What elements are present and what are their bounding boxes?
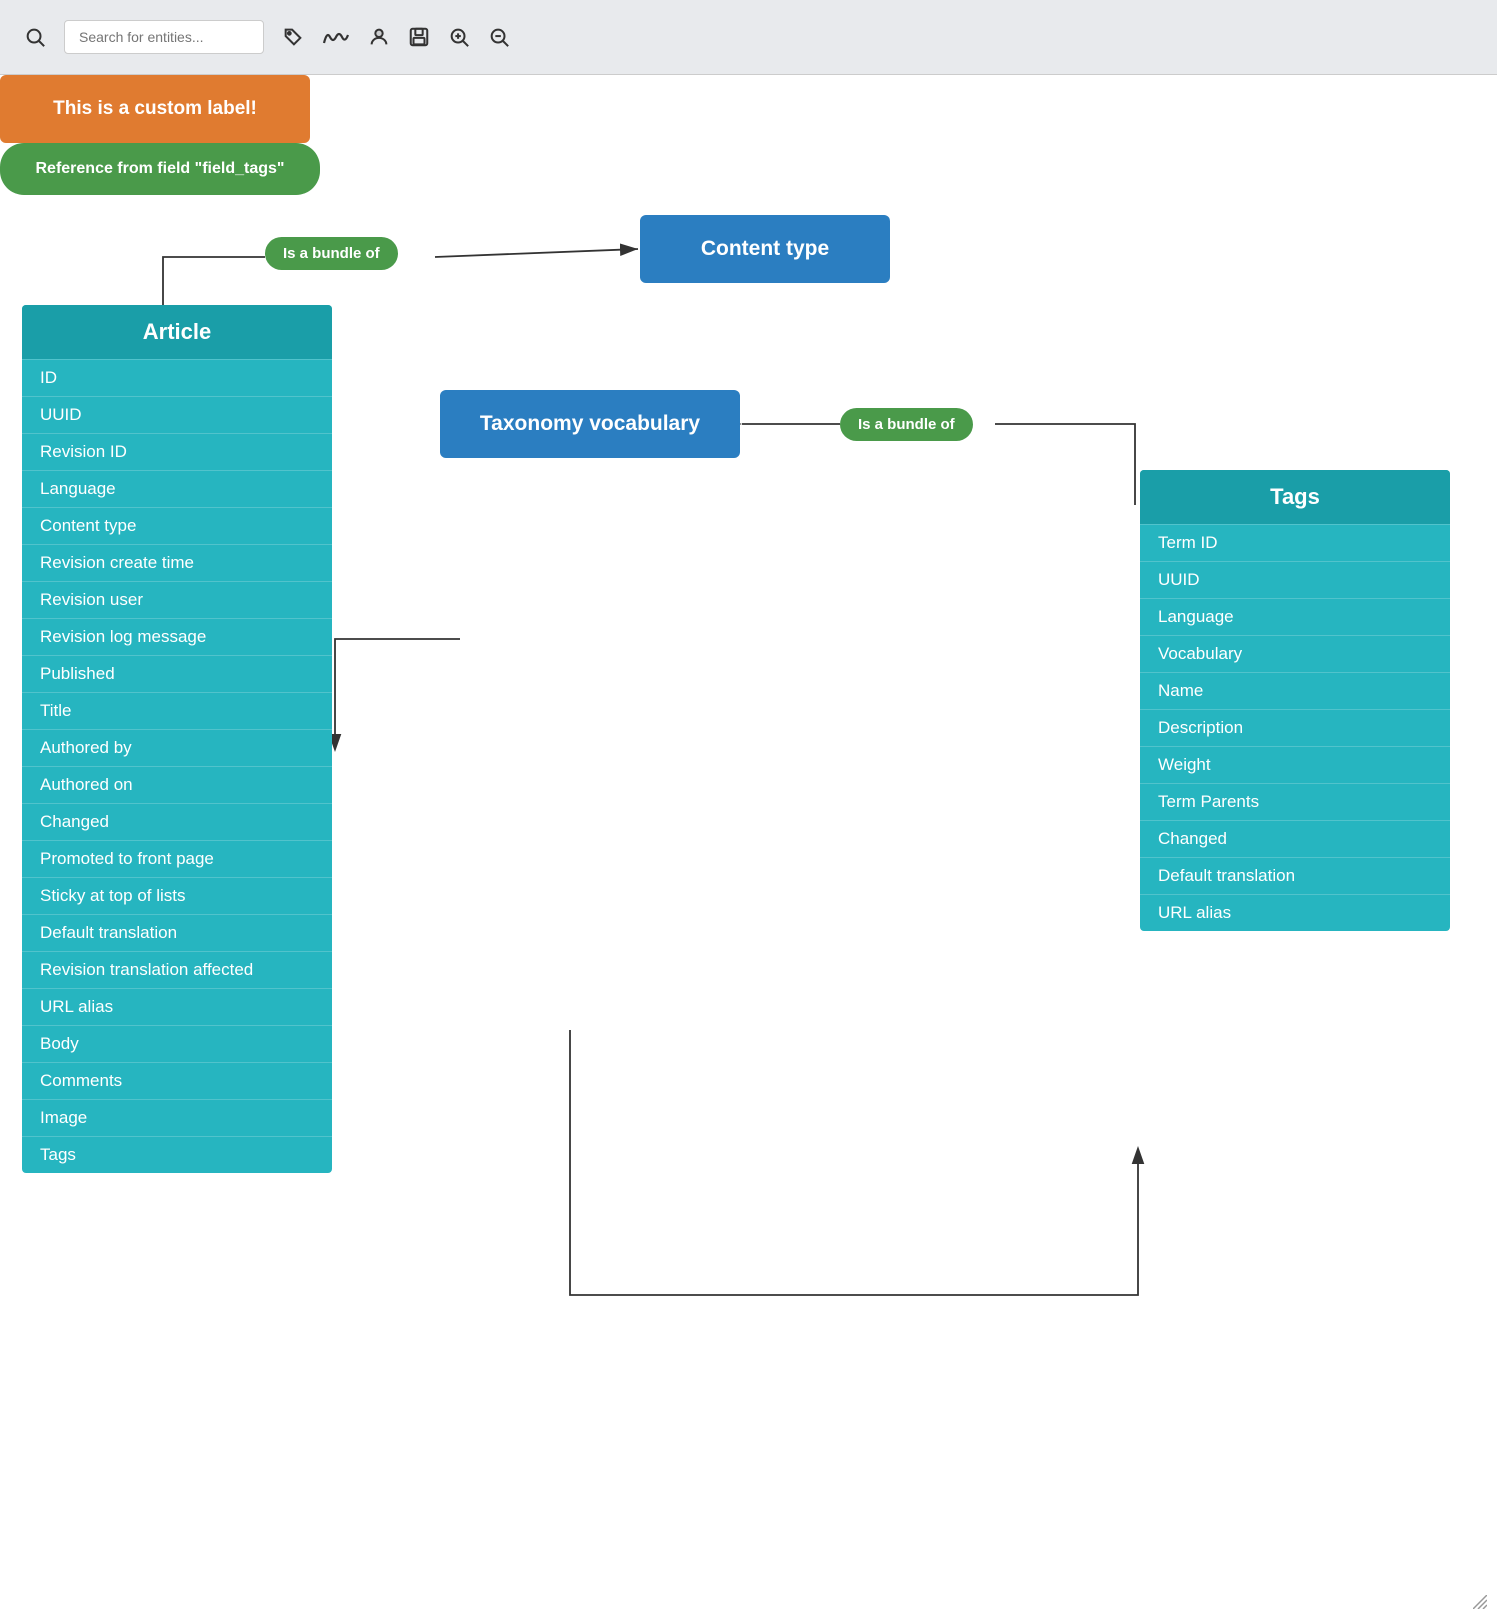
search-input[interactable] (64, 20, 264, 54)
article-field-title: Title (22, 692, 332, 729)
tags-field-default-translation: Default translation (1140, 857, 1450, 894)
article-fields: ID UUID Revision ID Language Content typ… (22, 359, 332, 1173)
article-node[interactable]: Article ID UUID Revision ID Language Con… (22, 305, 332, 1173)
zoom-out-icon[interactable] (488, 26, 510, 48)
article-field-body: Body (22, 1025, 332, 1062)
article-field-promoted: Promoted to front page (22, 840, 332, 877)
article-field-image: Image (22, 1099, 332, 1136)
tags-title: Tags (1140, 470, 1450, 524)
tags-node[interactable]: Tags Term ID UUID Language Vocabulary Na… (1140, 470, 1450, 931)
tags-field-url-alias: URL alias (1140, 894, 1450, 931)
tags-field-name: Name (1140, 672, 1450, 709)
trend-icon[interactable] (322, 26, 350, 48)
tags-field-language: Language (1140, 598, 1450, 635)
article-field-authored-on: Authored on (22, 766, 332, 803)
article-field-uuid: UUID (22, 396, 332, 433)
custom-label-node[interactable]: This is a custom label! (0, 75, 310, 143)
bundle-label-2[interactable]: Is a bundle of (840, 408, 973, 441)
article-title: Article (22, 305, 332, 359)
save-icon[interactable] (408, 26, 430, 48)
article-field-revision-user: Revision user (22, 581, 332, 618)
tags-field-description: Description (1140, 709, 1450, 746)
article-field-revision-id: Revision ID (22, 433, 332, 470)
reference-label-node[interactable]: Reference from field "field_tags" (0, 143, 320, 195)
article-field-id: ID (22, 359, 332, 396)
article-field-comments: Comments (22, 1062, 332, 1099)
article-field-url-alias: URL alias (22, 988, 332, 1025)
article-field-content-type: Content type (22, 507, 332, 544)
article-field-published: Published (22, 655, 332, 692)
tags-field-vocabulary: Vocabulary (1140, 635, 1450, 672)
person-icon[interactable] (368, 26, 390, 48)
article-field-revision-translation: Revision translation affected (22, 951, 332, 988)
tags-field-term-parents: Term Parents (1140, 783, 1450, 820)
tags-field-weight: Weight (1140, 746, 1450, 783)
bundle-label-1[interactable]: Is a bundle of (265, 237, 398, 270)
resize-handle[interactable] (1473, 1595, 1489, 1611)
tags-field-uuid: UUID (1140, 561, 1450, 598)
search-icon[interactable] (24, 26, 46, 48)
zoom-in-icon[interactable] (448, 26, 470, 48)
canvas: Is a bundle of Content type Is a bundle … (0, 75, 1497, 1619)
toolbar (0, 0, 1497, 75)
tags-field-changed: Changed (1140, 820, 1450, 857)
tags-fields: Term ID UUID Language Vocabulary Name De… (1140, 524, 1450, 931)
label-icon[interactable] (282, 26, 304, 48)
tags-field-term-id: Term ID (1140, 524, 1450, 561)
article-field-revision-log: Revision log message (22, 618, 332, 655)
article-field-revision-create-time: Revision create time (22, 544, 332, 581)
article-field-sticky: Sticky at top of lists (22, 877, 332, 914)
taxonomy-vocabulary-node[interactable]: Taxonomy vocabulary (440, 390, 740, 458)
article-field-language: Language (22, 470, 332, 507)
article-field-authored-by: Authored by (22, 729, 332, 766)
article-field-default-translation: Default translation (22, 914, 332, 951)
article-field-tags: Tags (22, 1136, 332, 1173)
content-type-node[interactable]: Content type (640, 215, 890, 283)
article-field-changed: Changed (22, 803, 332, 840)
